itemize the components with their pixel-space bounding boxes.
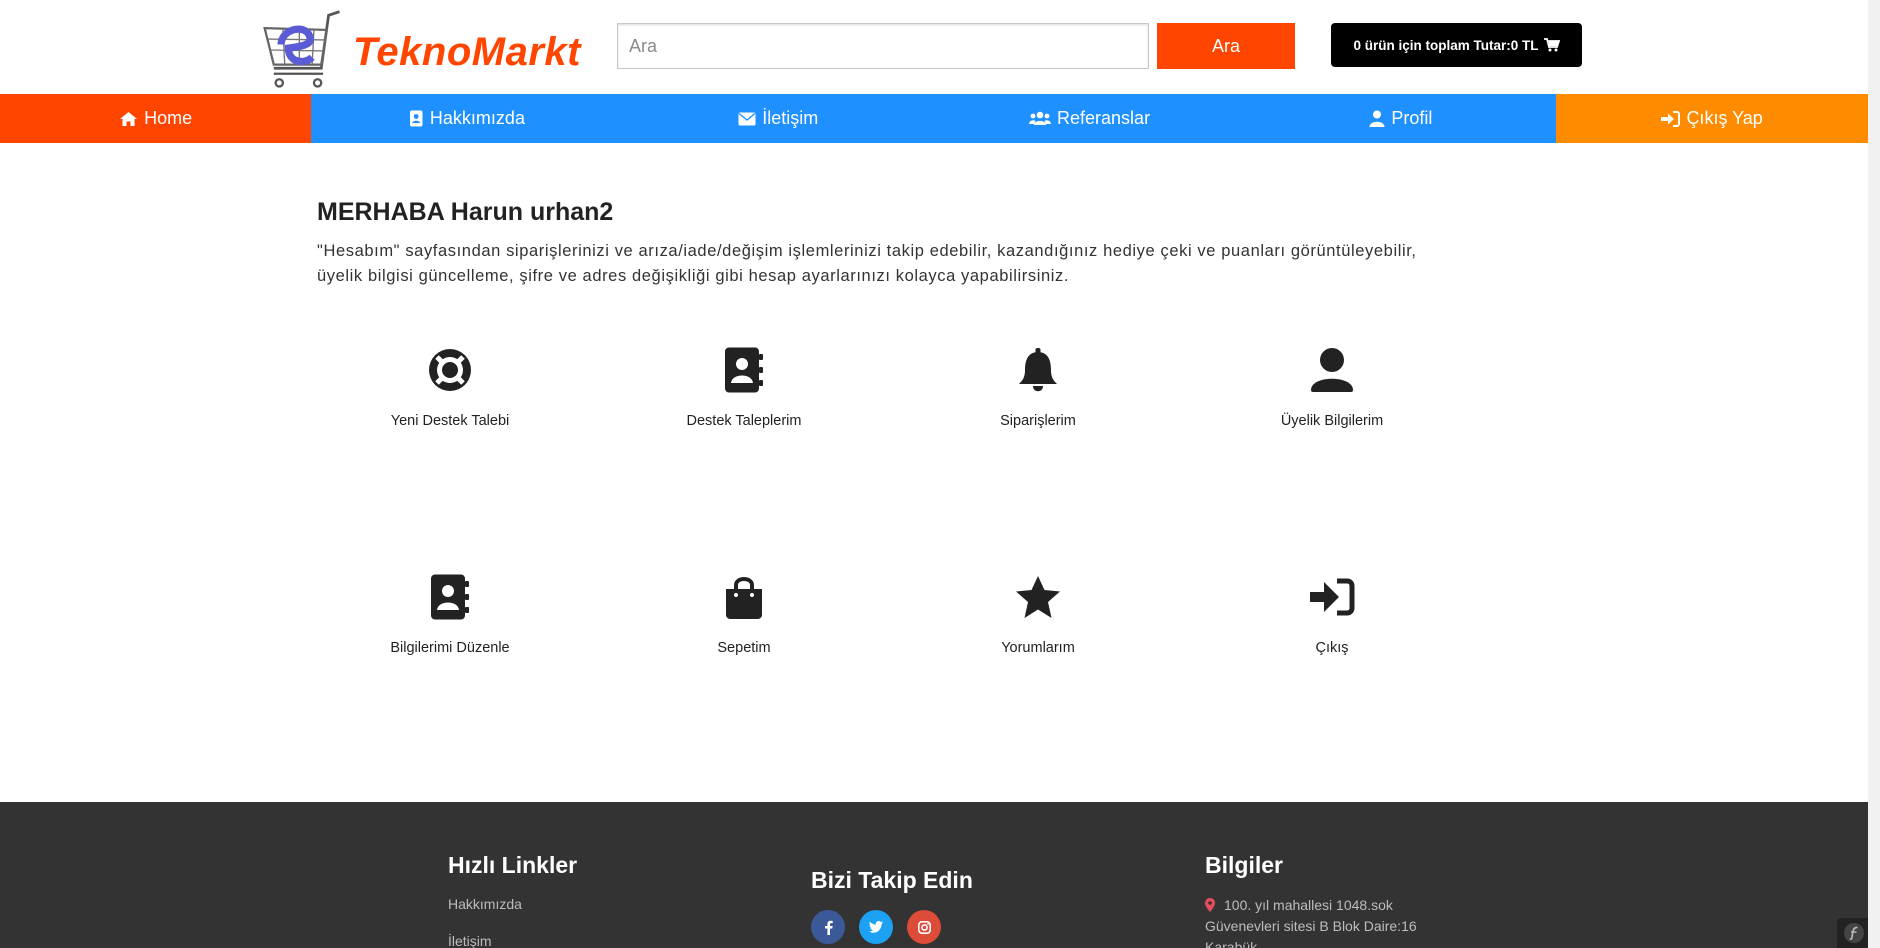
nav-item-label: Hakkımızda (429, 108, 525, 128)
nav-item-label: İletişim (762, 108, 819, 128)
tile-yeni-destek-talebi[interactable]: Yeni Destek Talebi (330, 347, 570, 429)
footer-link-iletisim[interactable]: İletişim (448, 933, 492, 948)
tile-destek-taleplerim[interactable]: Destek Taleplerim (624, 347, 864, 429)
bell-icon (1019, 348, 1057, 392)
twitter-icon (869, 921, 883, 933)
instagram-button[interactable] (907, 910, 941, 944)
footer-address: 100. yıl mahallesi 1048.sok Güvenevleri … (1205, 895, 1445, 948)
users-icon (1029, 111, 1052, 125)
nav-item-cikis-yap[interactable]: Çıkış Yap (1556, 94, 1868, 143)
tile-sepetim[interactable]: Sepetim (624, 574, 864, 656)
page-title: MERHABA Harun urhan2 (317, 198, 614, 226)
main-nav: Home Hakkımızda İletişim Referanslar Pro… (0, 94, 1868, 143)
address-line: Güvenevleri sitesi B Blok Daire:16 (1205, 918, 1417, 934)
map-marker-icon (1205, 898, 1215, 912)
user-icon (1369, 110, 1385, 127)
site-header: TeknoMarkt Ara 0 ürün için toplam Tutar:… (0, 0, 1880, 94)
tile-label: Destek Taleplerim (686, 413, 802, 429)
nav-item-profil[interactable]: Profil (1245, 94, 1557, 143)
tile-bilgilerimi-duzenle[interactable]: Bilgilerimi Düzenle (330, 574, 570, 656)
shopping-cart-logo-icon (263, 10, 340, 88)
welcome-description: "Hesabım" sayfasından siparişlerinizi ve… (317, 239, 1467, 289)
address-line: 100. yıl mahallesi 1048.sok (1224, 897, 1393, 913)
cart-total-label: 0 ürün için toplam Tutar:0 TL (1353, 37, 1539, 53)
tile-label: Bilgilerimi Düzenle (390, 640, 510, 656)
address-book-icon (725, 347, 763, 393)
nav-item-label: Referanslar (1057, 108, 1151, 128)
shopping-cart-icon (1543, 38, 1560, 52)
footer-quick-links-title: Hızlı Linkler (448, 852, 578, 878)
address-book-icon (409, 110, 423, 127)
brand-name: TeknoMarkt (352, 29, 581, 74)
home-icon (120, 111, 138, 126)
tile-label: Sepetim (717, 640, 771, 656)
sign-in-icon (1310, 578, 1355, 616)
vertical-scrollbar[interactable] (1868, 0, 1880, 948)
instagram-icon (917, 920, 931, 934)
tile-uyelik-bilgilerim[interactable]: Üyelik Bilgilerim (1212, 347, 1452, 429)
welcome-text-line: üyelik bilgisi güncelleme, şifre ve adre… (317, 267, 1070, 285)
search-button[interactable]: Ara (1157, 23, 1295, 69)
address-line: Karabük (1205, 939, 1258, 948)
life-ring-icon (429, 349, 471, 391)
twitter-button[interactable] (859, 910, 893, 944)
nav-item-referanslar[interactable]: Referanslar (933, 94, 1246, 143)
nav-item-hakkimizda[interactable]: Hakkımızda (311, 94, 623, 143)
footer-link-hakkimizda[interactable]: Hakkımızda (448, 896, 522, 912)
site-footer: Hızlı Linkler Hakkımızda İletişim Bizi T… (0, 802, 1868, 948)
tile-label: Yeni Destek Talebi (390, 413, 510, 429)
nav-item-label: Home (144, 108, 193, 128)
nav-item-label: Çıkış Yap (1686, 108, 1763, 128)
tile-label: Çıkış (1315, 640, 1349, 656)
sign-in-icon (1661, 110, 1681, 127)
user-icon (1311, 348, 1353, 392)
envelope-icon (738, 112, 756, 125)
tile-label: Yorumlarım (1001, 640, 1075, 656)
star-icon (1016, 576, 1060, 618)
facebook-button[interactable] (811, 910, 845, 944)
shopping-bag-icon (726, 577, 762, 619)
nav-item-iletisim[interactable]: İletişim (622, 94, 934, 143)
tile-label: Siparişlerim (1000, 413, 1076, 429)
tile-label: Üyelik Bilgilerim (1280, 413, 1384, 429)
nav-item-label: Profil (1391, 108, 1433, 128)
search-input[interactable] (617, 23, 1149, 69)
facebook-icon (824, 920, 833, 935)
symfony-icon (1843, 923, 1864, 943)
tile-cikis[interactable]: Çıkış (1212, 574, 1452, 656)
address-book-icon (431, 574, 469, 620)
footer-follow-title: Bizi Takip Edin (811, 867, 973, 893)
nav-item-home[interactable]: Home (0, 94, 312, 143)
footer-info-title: Bilgiler (1205, 852, 1283, 878)
tile-siparislerim[interactable]: Siparişlerim (918, 347, 1158, 429)
tile-yorumlarim[interactable]: Yorumlarım (918, 574, 1158, 656)
welcome-text-line: "Hesabım" sayfasından siparişlerinizi ve… (317, 242, 1417, 260)
site-logo[interactable]: TeknoMarkt (261, 6, 581, 94)
symfony-toolbar-icon[interactable] (1837, 918, 1870, 948)
cart-total-button[interactable]: 0 ürün için toplam Tutar:0 TL (1331, 23, 1582, 67)
